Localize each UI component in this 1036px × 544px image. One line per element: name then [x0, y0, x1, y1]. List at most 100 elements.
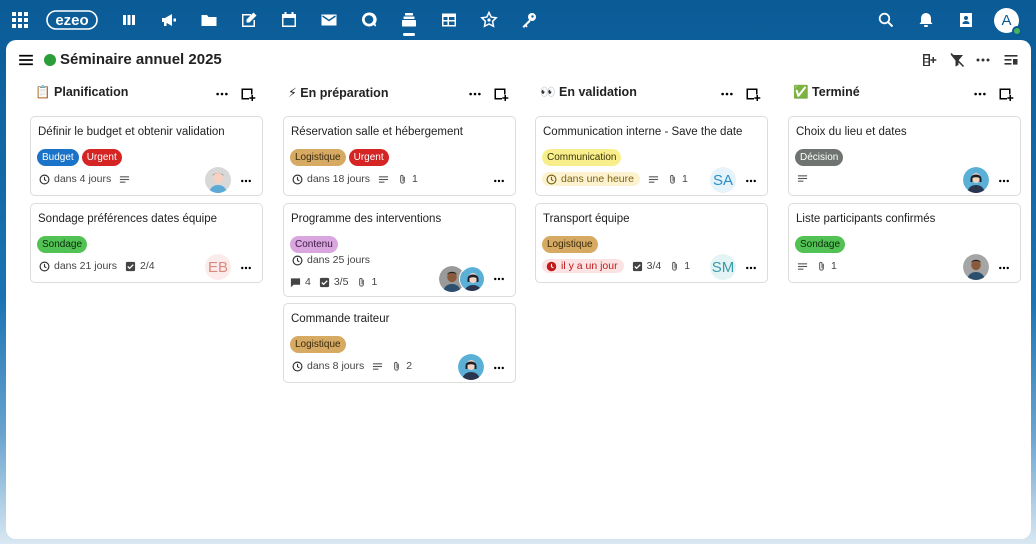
notes-icon[interactable] [229, 0, 269, 40]
mail-icon[interactable] [309, 0, 349, 40]
card-meta: dans 18 jours 1 [292, 173, 418, 185]
clock-icon [39, 174, 50, 184]
add-card-icon[interactable] [238, 84, 258, 104]
attachment-count: 1 [669, 260, 690, 272]
attachment-count: 2 [391, 360, 412, 372]
person-avatar-icon [963, 254, 989, 280]
label-urgent: Urgent [81, 149, 122, 166]
assignee-avatar[interactable]: SA [710, 167, 736, 193]
list-title: 👀 En validation [540, 85, 637, 99]
bell-icon[interactable] [906, 0, 946, 40]
more-options-icon[interactable] [972, 50, 994, 70]
assignee-avatar[interactable]: EB [205, 254, 231, 280]
checkbox-icon [319, 277, 329, 287]
card[interactable]: Transport équipe Logistique il y a un jo… [535, 203, 768, 283]
card-options-icon[interactable] [238, 261, 254, 275]
card[interactable]: Programme des interventions Contenu dans… [283, 203, 516, 297]
list-title: ⚡ En préparation [288, 86, 389, 100]
card-options-icon[interactable] [491, 174, 507, 188]
card-meta [797, 173, 808, 184]
card[interactable]: Sondage préférences dates équipe Sondage… [30, 203, 263, 283]
description-icon [119, 174, 130, 185]
label-contenu: Contenu [290, 236, 338, 253]
add-list-button[interactable] [918, 50, 940, 70]
assignee-avatar[interactable] [963, 254, 989, 280]
clock-icon [546, 174, 557, 184]
due-date: dans 21 jours [39, 260, 117, 272]
assignee-avatar[interactable] [963, 167, 989, 193]
clock-icon [292, 174, 303, 184]
label-logistique: Logistique [290, 336, 346, 353]
card-options-icon[interactable] [238, 174, 254, 188]
assignee-avatar[interactable]: SM [710, 254, 736, 280]
dashboard-icon[interactable] [109, 0, 149, 40]
card-meta: dans 4 jours [39, 173, 130, 185]
checkbox-icon [125, 261, 136, 271]
list-options-icon[interactable] [970, 84, 990, 104]
list-options-icon[interactable] [717, 84, 737, 104]
tables-icon[interactable] [429, 0, 469, 40]
card[interactable]: Choix du lieu et dates Décision [788, 116, 1021, 196]
card-options-icon[interactable] [996, 174, 1012, 188]
add-card-icon[interactable] [743, 84, 763, 104]
talk-icon[interactable] [349, 0, 389, 40]
list-termine: ✅ Terminé Choix du lieu et dates Décisio… [788, 80, 1021, 283]
assignee-avatar[interactable] [458, 354, 484, 380]
card-options-icon[interactable] [743, 261, 759, 275]
megaphone-icon[interactable] [149, 0, 189, 40]
list-en-preparation: ⚡ En préparation Réservation salle et hé… [283, 80, 516, 383]
top-navigation-bar: ezeo A [0, 0, 1036, 40]
search-icon[interactable] [866, 0, 906, 40]
card[interactable]: Communication interne - Save the date Co… [535, 116, 768, 196]
ezeo-logo[interactable]: ezeo [46, 8, 98, 32]
card-labels: Décision [795, 149, 844, 166]
person-avatar-icon [963, 167, 989, 193]
calendar-icon[interactable] [269, 0, 309, 40]
card-due: dans 25 jours [292, 254, 370, 266]
person-avatar-icon [460, 267, 484, 291]
attachment-count: 1 [356, 276, 377, 288]
board-details-icon[interactable] [1000, 50, 1022, 70]
label-decision: Décision [795, 149, 844, 166]
apps-grid-icon[interactable] [0, 0, 40, 40]
add-card-icon[interactable] [491, 84, 511, 104]
card-title: Programme des interventions [291, 213, 442, 225]
add-card-icon[interactable] [996, 84, 1016, 104]
card[interactable]: Liste participants confirmés Sondage 1 [788, 203, 1021, 283]
list-en-validation: 👀 En validation Communication interne - … [535, 80, 768, 283]
user-avatar[interactable]: A [994, 8, 1022, 36]
card-options-icon[interactable] [996, 261, 1012, 275]
checklist-count: 3/5 [319, 276, 348, 288]
online-status-dot [1012, 26, 1022, 36]
star-network-icon[interactable] [469, 0, 509, 40]
user-initial: A [1001, 12, 1012, 29]
card-options-icon[interactable] [491, 361, 507, 375]
attachment-count: 1 [667, 173, 688, 185]
card-meta: 4 3/5 1 [290, 276, 377, 288]
menu-icon[interactable] [16, 51, 36, 69]
card-labels: Contenu [290, 236, 338, 253]
card-labels: Budget Urgent [37, 149, 122, 166]
card-options-icon[interactable] [491, 272, 507, 286]
card-labels: Sondage [37, 236, 88, 253]
board-header: Séminaire annuel 2025 [6, 40, 1031, 80]
key-icon[interactable] [509, 0, 549, 40]
label-communication: Communication [542, 149, 622, 166]
assignee-avatar[interactable] [459, 266, 485, 292]
card-options-icon[interactable] [743, 174, 759, 188]
list-options-icon[interactable] [212, 84, 232, 104]
contacts-icon[interactable] [946, 0, 986, 40]
card[interactable]: Commande traiteur Logistique dans 8 jour… [283, 303, 516, 383]
card[interactable]: Définir le budget et obtenir validation … [30, 116, 263, 196]
due-date: dans 25 jours [292, 254, 370, 266]
card[interactable]: Réservation salle et hébergement Logisti… [283, 116, 516, 196]
paperclip-icon [670, 174, 675, 184]
folder-icon[interactable] [189, 0, 229, 40]
assignee-avatar[interactable] [205, 167, 231, 193]
active-app-indicator [403, 33, 415, 36]
card-title: Définir le budget et obtenir validation [38, 126, 225, 138]
description-icon [797, 173, 808, 184]
filter-off-icon[interactable] [946, 50, 968, 70]
list-options-icon[interactable] [465, 84, 485, 104]
label-logistique: Logistique [290, 149, 346, 166]
